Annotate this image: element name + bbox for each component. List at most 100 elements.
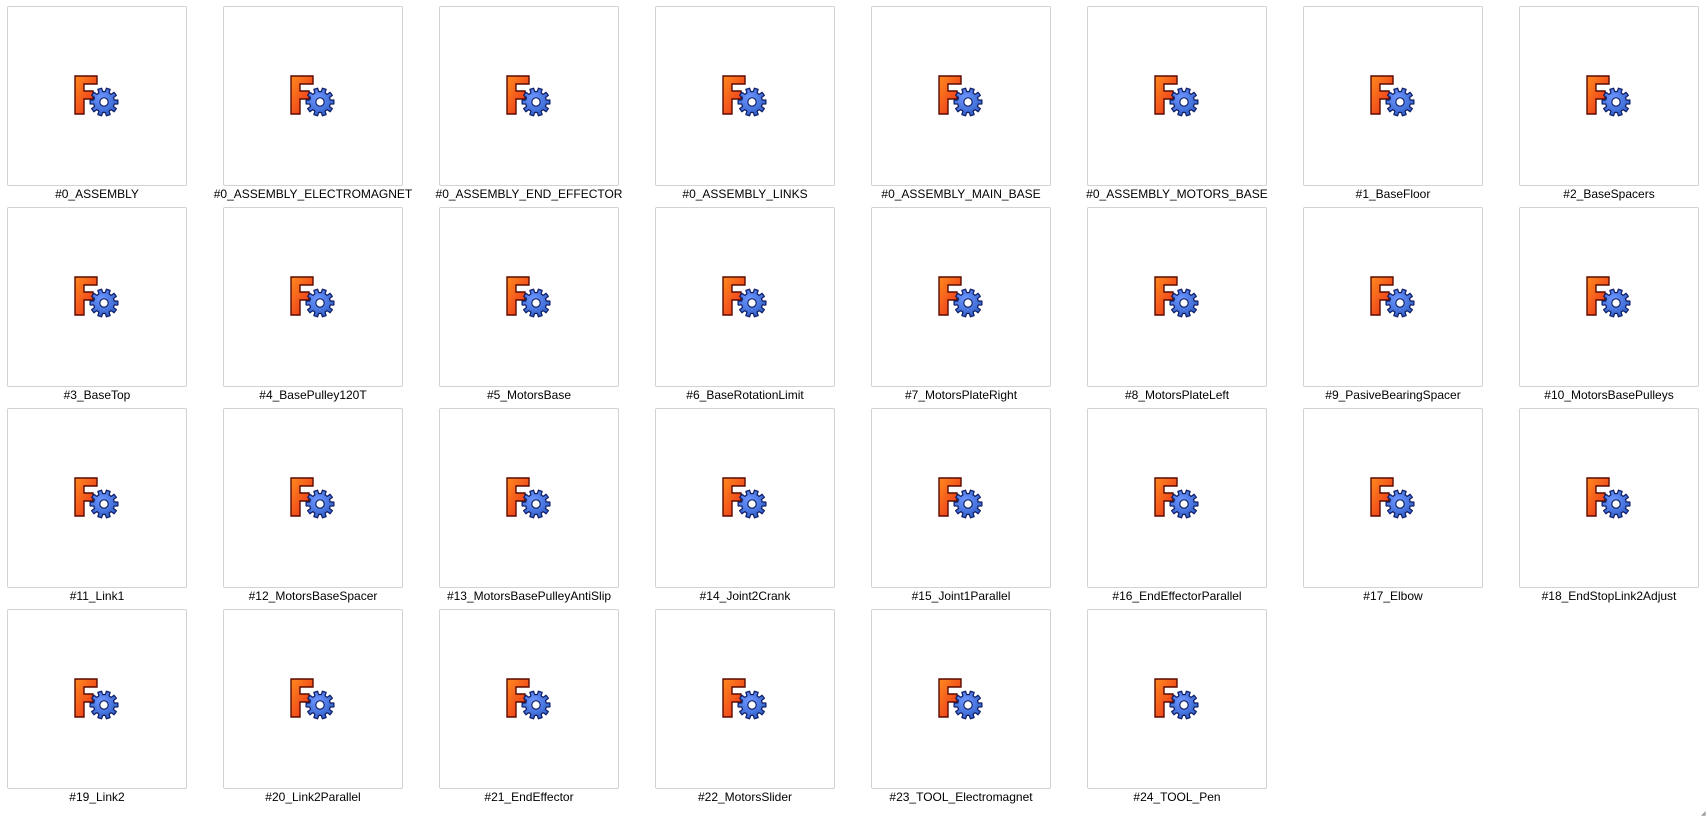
file-item[interactable]: #0_ASSEMBLY_MAIN_BASE (871, 6, 1051, 207)
file-item[interactable]: #5_MotorsBase (439, 207, 619, 408)
file-thumbnail[interactable] (871, 408, 1051, 588)
file-thumbnail[interactable] (1303, 6, 1483, 186)
file-item[interactable]: #7_MotorsPlateRight (871, 207, 1051, 408)
file-item[interactable]: #15_Joint1Parallel (871, 408, 1051, 609)
file-name-label[interactable]: #11_Link1 (0, 589, 205, 604)
file-name-label[interactable]: #19_Link2 (0, 790, 205, 805)
file-name-label[interactable]: #0_ASSEMBLY_END_EFFECTOR (421, 187, 637, 202)
file-thumbnail[interactable] (1087, 207, 1267, 387)
file-name-label[interactable]: #3_BaseTop (0, 388, 205, 403)
file-thumbnail[interactable] (223, 609, 403, 789)
file-name-label[interactable]: #0_ASSEMBLY_LINKS (637, 187, 853, 202)
file-item[interactable]: #18_EndStopLink2Adjust (1519, 408, 1699, 609)
file-name-label[interactable]: #0_ASSEMBLY (0, 187, 205, 202)
file-item[interactable]: #0_ASSEMBLY_LINKS (655, 6, 835, 207)
freecad-document-icon (722, 678, 767, 720)
file-item[interactable]: #3_BaseTop (7, 207, 187, 408)
gear-hole (963, 298, 973, 308)
file-name-label[interactable]: #20_Link2Parallel (205, 790, 421, 805)
file-thumbnail[interactable] (655, 408, 835, 588)
file-item[interactable]: #10_MotorsBasePulleys (1519, 207, 1699, 408)
file-name-label[interactable]: #0_ASSEMBLY_ELECTROMAGNET (205, 187, 421, 202)
gear-hole (315, 499, 325, 509)
freecad-document-icon (506, 678, 551, 720)
file-item[interactable]: #6_BaseRotationLimit (655, 207, 835, 408)
file-name-label[interactable]: #6_BaseRotationLimit (637, 388, 853, 403)
freecad-document-icon (1154, 477, 1199, 519)
file-thumbnail[interactable] (439, 408, 619, 588)
file-name-label[interactable]: #0_ASSEMBLY_MAIN_BASE (853, 187, 1069, 202)
file-name-label[interactable]: #15_Joint1Parallel (853, 589, 1069, 604)
file-thumbnail[interactable] (7, 6, 187, 186)
file-item[interactable]: #13_MotorsBasePulleyAntiSlip (439, 408, 619, 609)
file-item[interactable]: #12_MotorsBaseSpacer (223, 408, 403, 609)
file-item[interactable]: #2_BaseSpacers (1519, 6, 1699, 207)
file-name-label[interactable]: #16_EndEffectorParallel (1069, 589, 1285, 604)
file-name-label[interactable]: #14_Joint2Crank (637, 589, 853, 604)
file-item[interactable]: #8_MotorsPlateLeft (1087, 207, 1267, 408)
file-name-label[interactable]: #18_EndStopLink2Adjust (1501, 589, 1708, 604)
file-item[interactable]: #0_ASSEMBLY_END_EFFECTOR (436, 6, 622, 207)
file-item[interactable]: #19_Link2 (7, 609, 187, 810)
file-thumbnail[interactable] (223, 6, 403, 186)
file-name-label[interactable]: #0_ASSEMBLY_MOTORS_BASE (1069, 187, 1285, 202)
file-thumbnail[interactable] (1303, 408, 1483, 588)
file-thumbnail[interactable] (1303, 207, 1483, 387)
freecad-document-icon (74, 75, 119, 117)
file-thumbnail[interactable] (655, 207, 835, 387)
file-item[interactable]: #0_ASSEMBLY (7, 6, 187, 207)
file-name-label[interactable]: #12_MotorsBaseSpacer (205, 589, 421, 604)
file-thumbnail[interactable] (439, 609, 619, 789)
file-item[interactable]: #24_TOOL_Pen (1087, 609, 1267, 810)
file-thumbnail[interactable] (871, 6, 1051, 186)
file-item[interactable]: #0_ASSEMBLY_MOTORS_BASE (1086, 6, 1268, 207)
file-name-label[interactable]: #8_MotorsPlateLeft (1069, 388, 1285, 403)
file-thumbnail[interactable] (439, 6, 619, 186)
file-name-label[interactable]: #22_MotorsSlider (637, 790, 853, 805)
file-thumbnail[interactable] (871, 609, 1051, 789)
file-thumbnail[interactable] (1519, 207, 1699, 387)
file-thumbnail[interactable] (1087, 6, 1267, 186)
file-item[interactable]: #22_MotorsSlider (655, 609, 835, 810)
file-thumbnail[interactable] (871, 207, 1051, 387)
file-item[interactable]: #11_Link1 (7, 408, 187, 609)
file-name-label[interactable]: #4_BasePulley120T (205, 388, 421, 403)
file-item[interactable]: #20_Link2Parallel (223, 609, 403, 810)
file-name-label[interactable]: #21_EndEffector (421, 790, 637, 805)
file-name-label[interactable]: #23_TOOL_Electromagnet (853, 790, 1069, 805)
file-item[interactable]: #0_ASSEMBLY_ELECTROMAGNET (214, 6, 412, 207)
file-name-label[interactable]: #9_PasiveBearingSpacer (1285, 388, 1501, 403)
file-thumbnail[interactable] (223, 408, 403, 588)
file-thumbnail[interactable] (1087, 408, 1267, 588)
file-item[interactable]: #21_EndEffector (439, 609, 619, 810)
file-item[interactable]: #17_Elbow (1303, 408, 1483, 609)
file-thumbnail[interactable] (7, 207, 187, 387)
file-name-label[interactable]: #5_MotorsBase (421, 388, 637, 403)
file-name-label[interactable]: #13_MotorsBasePulleyAntiSlip (421, 589, 637, 604)
file-item[interactable]: #1_BaseFloor (1303, 6, 1483, 207)
file-item[interactable]: #23_TOOL_Electromagnet (871, 609, 1051, 810)
file-thumbnail[interactable] (7, 408, 187, 588)
file-thumbnail[interactable] (655, 6, 835, 186)
file-thumbnail[interactable] (439, 207, 619, 387)
resize-grip-icon[interactable]: ◢ (1701, 811, 1707, 817)
file-thumbnail[interactable] (655, 609, 835, 789)
file-thumbnail[interactable] (1519, 408, 1699, 588)
file-name-label[interactable]: #10_MotorsBasePulleys (1501, 388, 1708, 403)
file-thumbnail[interactable] (223, 207, 403, 387)
file-item[interactable]: #14_Joint2Crank (655, 408, 835, 609)
file-item[interactable]: #16_EndEffectorParallel (1087, 408, 1267, 609)
gear-hole (747, 499, 757, 509)
file-name-label[interactable]: #7_MotorsPlateRight (853, 388, 1069, 403)
file-item[interactable]: #4_BasePulley120T (223, 207, 403, 408)
gear-hole (747, 97, 757, 107)
file-name-label[interactable]: #1_BaseFloor (1285, 187, 1501, 202)
file-item[interactable]: #9_PasiveBearingSpacer (1303, 207, 1483, 408)
file-name-label[interactable]: #17_Elbow (1285, 589, 1501, 604)
freecad-document-icon (1586, 276, 1631, 318)
file-thumbnail[interactable] (7, 609, 187, 789)
file-thumbnail[interactable] (1519, 6, 1699, 186)
file-name-label[interactable]: #24_TOOL_Pen (1069, 790, 1285, 805)
file-name-label[interactable]: #2_BaseSpacers (1501, 187, 1708, 202)
file-thumbnail[interactable] (1087, 609, 1267, 789)
